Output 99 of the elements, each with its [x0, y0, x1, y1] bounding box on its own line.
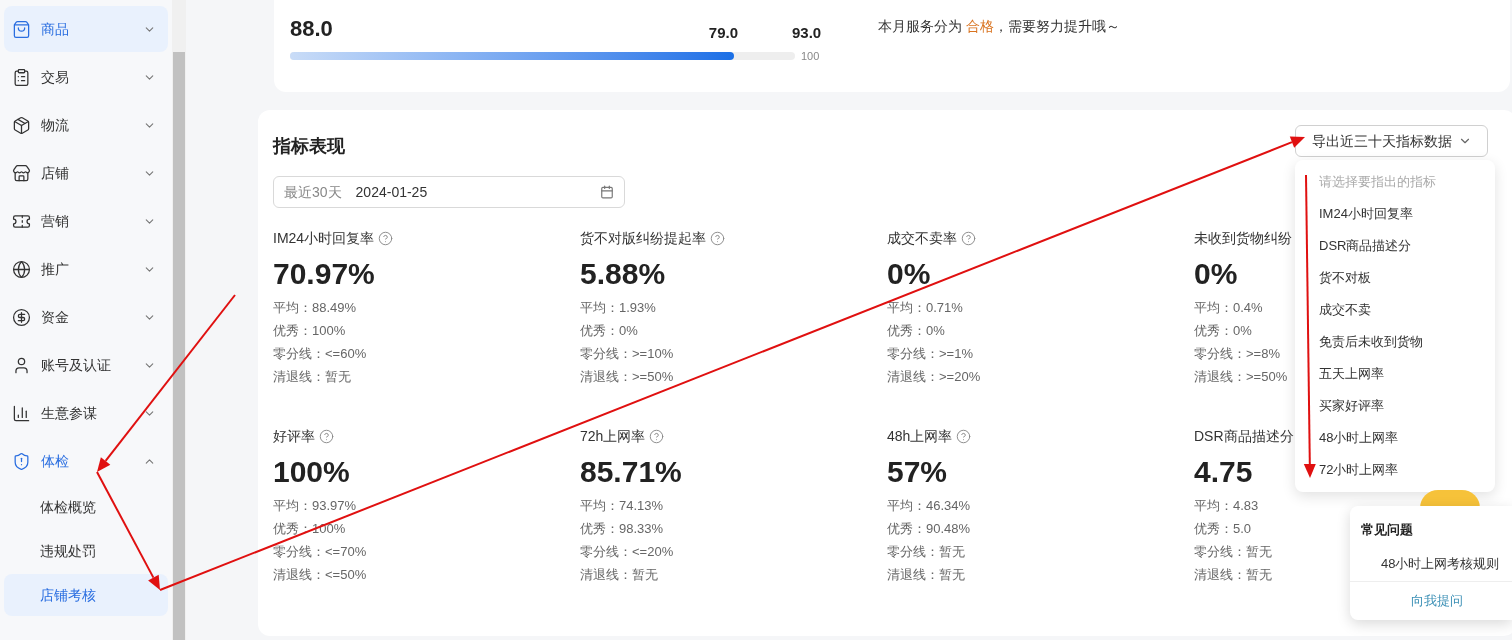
metric-stat: 优秀：98.33% — [580, 520, 664, 538]
metric-stat: 零分线：>=10% — [580, 345, 674, 363]
metric-stat: 平均：0.4% — [1194, 299, 1263, 317]
scrollbar[interactable] — [172, 0, 186, 640]
menu-hint: 请选择要指出的指标 — [1319, 173, 1436, 191]
menu-option[interactable]: 货不对板 — [1319, 262, 1371, 294]
metric-title: 成交不卖率 — [887, 228, 957, 248]
date-field[interactable]: 最近30天 2024-01-25 — [273, 176, 625, 208]
metric-stat: 零分线：>=1% — [887, 345, 973, 363]
metric-stat: 平均：4.83 — [1194, 497, 1259, 515]
menu-option[interactable]: 48小时上网率 — [1319, 422, 1399, 454]
metric-title: IM24小时回复率 — [273, 228, 375, 248]
metric-stat: 零分线：暂无 — [887, 543, 965, 561]
metric-value: 70.97% — [273, 256, 375, 292]
metric-stat: 零分线：<=60% — [273, 345, 367, 363]
metric-value: 5.88% — [580, 256, 666, 292]
dollar-icon — [12, 307, 31, 327]
metric-stat: 优秀：100% — [273, 520, 346, 538]
menu-option[interactable]: IM24小时回复率 — [1319, 198, 1413, 230]
metric-stat: 清退线：>=20% — [887, 368, 981, 386]
metric-stat: 平均：74.13% — [580, 497, 664, 515]
metric-stat: 清退线：暂无 — [887, 566, 965, 584]
metric-stat: 优秀：90.48% — [887, 520, 971, 538]
bar-chart-icon — [12, 403, 31, 423]
metric-stat: 清退线：>=50% — [580, 368, 674, 386]
peer-average-score: 79.0 — [708, 25, 738, 40]
sidebar-item[interactable]: 物流 — [4, 102, 168, 148]
metric-title: 货不对版纠纷提起率 — [580, 228, 706, 248]
metric-stat: 清退线：暂无 — [580, 566, 658, 584]
metric-stat: 清退线：<=50% — [273, 566, 367, 584]
export-dropdown-button[interactable]: 导出近三十天指标数据 — [1295, 125, 1488, 157]
metric-title: DSR商品描述分 — [1194, 426, 1294, 446]
bag-icon — [12, 19, 31, 39]
sidebar-item[interactable]: 生意参谋 — [4, 390, 168, 436]
help-icon[interactable] — [961, 230, 976, 246]
metric-stat: 优秀：0% — [887, 322, 945, 340]
sidebar-item[interactable]: 推广 — [4, 246, 168, 292]
metric-stat: 平均：88.49% — [273, 299, 357, 317]
metric-value: 57% — [887, 454, 948, 490]
sidebar-item[interactable]: 资金 — [4, 294, 168, 340]
metric-stat: 零分线：<=70% — [273, 543, 367, 561]
globe-icon — [12, 259, 31, 279]
metric-stat: 零分线：暂无 — [1194, 543, 1272, 561]
help-icon[interactable] — [710, 230, 725, 246]
menu-option[interactable]: 五天上网率 — [1319, 358, 1384, 390]
sidebar-item[interactable]: 交易 — [4, 54, 168, 100]
my-score: 88.0 — [290, 18, 333, 40]
panel-title: 指标表现 — [273, 134, 345, 158]
service-summary: 本月服务分为 合格，需要努力提升哦～ — [878, 18, 1120, 34]
sidebar-item[interactable]: 店铺 — [4, 150, 168, 196]
metric-title: 48h上网率 — [887, 426, 953, 446]
help-icon[interactable] — [956, 428, 972, 444]
metric-value: 0% — [887, 256, 931, 292]
sidebar-subitem[interactable]: 体检概览 — [4, 486, 168, 528]
package-icon — [12, 115, 31, 135]
sidebar-subitem[interactable]: 违规处罚 — [4, 530, 168, 572]
peer-excellent-score: 93.0 — [792, 25, 823, 40]
metric-value: 4.75 — [1194, 454, 1253, 490]
help-icon[interactable] — [649, 428, 665, 444]
metric-value: 0% — [1194, 256, 1238, 292]
user-icon — [12, 355, 31, 375]
metric-stat: 零分线：<=20% — [580, 543, 674, 561]
clipboard-icon — [12, 67, 31, 87]
metric-title: 未收到货物纠纷 — [1194, 228, 1292, 248]
metric-value: 85.71% — [580, 454, 682, 490]
calendar-icon — [600, 185, 614, 199]
ask-link[interactable]: 向我提问 — [1411, 591, 1463, 611]
sidebar-item[interactable]: 营销 — [4, 198, 168, 244]
shield-alert-icon — [12, 451, 31, 471]
help-question[interactable]: 48小时上网考核规则 — [1381, 553, 1500, 573]
menu-option[interactable]: 72小时上网率 — [1319, 454, 1399, 486]
store-icon — [12, 163, 31, 183]
metric-stat: 优秀：5.0 — [1194, 520, 1252, 538]
menu-option[interactable]: 买家好评率 — [1319, 390, 1384, 422]
metric-stat: 平均：93.97% — [273, 497, 357, 515]
help-icon[interactable] — [319, 428, 334, 444]
menu-option[interactable]: 成交不卖 — [1319, 294, 1371, 326]
metric-stat: 清退线：暂无 — [1194, 566, 1272, 584]
metric-title: 好评率 — [273, 426, 315, 446]
metric-stat: 优秀：0% — [580, 322, 638, 340]
help-icon[interactable] — [378, 230, 394, 246]
metric-stat: 平均：0.71% — [887, 299, 963, 317]
metric-stat: 清退线：>=50% — [1194, 368, 1288, 386]
metric-title: 72h上网率 — [580, 426, 646, 446]
metric-stat: 平均：1.93% — [580, 299, 656, 317]
sidebar-item[interactable]: 账号及认证 — [4, 342, 168, 388]
max-score: 100 — [801, 49, 820, 64]
menu-option[interactable]: 免责后未收到货物 — [1319, 326, 1423, 358]
metric-stat: 优秀：0% — [1194, 322, 1252, 340]
metric-stat: 清退线：暂无 — [273, 368, 351, 386]
sidebar-subitem[interactable]: 店铺考核 — [4, 574, 168, 616]
menu-option[interactable]: DSR商品描述分 — [1319, 230, 1412, 262]
metric-stat: 零分线：>=8% — [1194, 345, 1280, 363]
metric-stat: 优秀：100% — [273, 322, 346, 340]
help-title: 常见问题 — [1361, 521, 1413, 539]
metric-value: 100% — [273, 454, 350, 490]
sidebar-item[interactable]: 商品 — [4, 6, 168, 52]
metric-stat: 平均：46.34% — [887, 497, 971, 515]
sidebar-item[interactable]: 体检 — [4, 438, 168, 484]
